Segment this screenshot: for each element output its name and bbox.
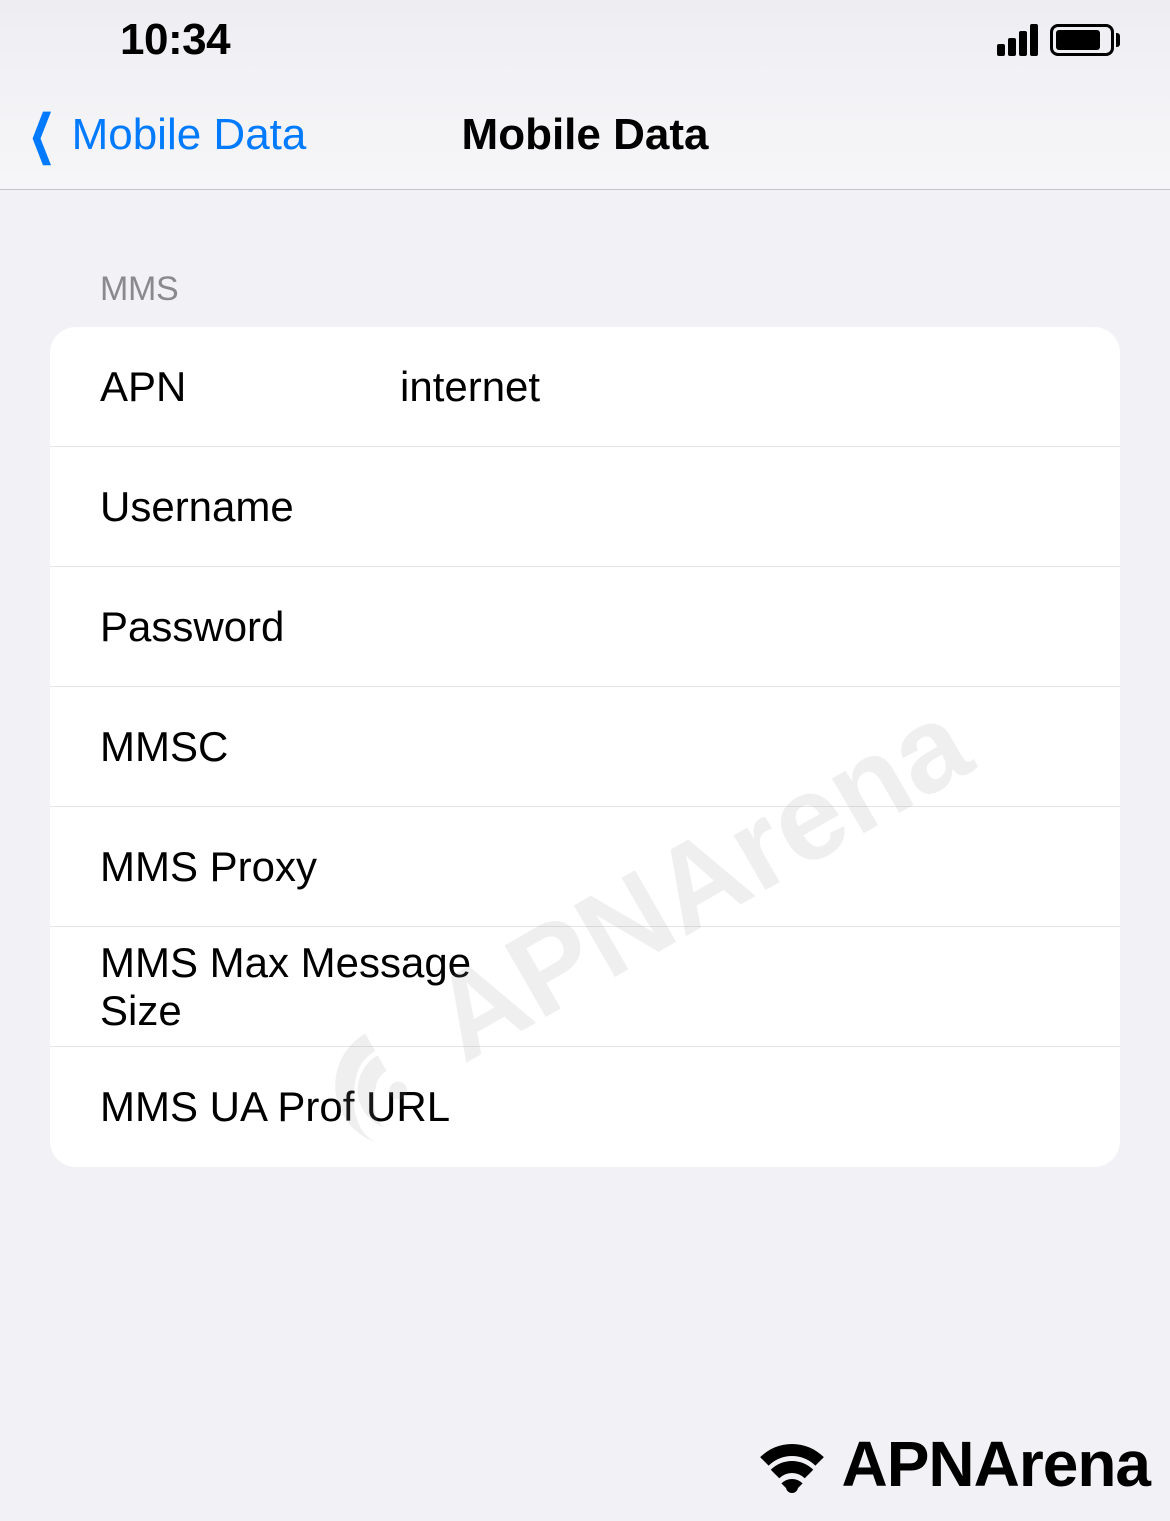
wifi-icon xyxy=(747,1429,837,1499)
battery-icon xyxy=(1050,24,1120,56)
settings-group-mms: APN Username Password MMSC MMS Proxy MMS… xyxy=(50,327,1120,1167)
page-title: Mobile Data xyxy=(462,110,709,160)
row-username[interactable]: Username xyxy=(50,447,1120,567)
label-password: Password xyxy=(100,603,400,651)
status-right-icons xyxy=(997,24,1120,56)
row-mmsc[interactable]: MMSC xyxy=(50,687,1120,807)
label-mmsc: MMSC xyxy=(100,723,400,771)
input-mmsc[interactable] xyxy=(400,723,1120,771)
label-mms-max-size: MMS Max Message Size xyxy=(100,939,539,1035)
row-password[interactable]: Password xyxy=(50,567,1120,687)
navigation-bar: ❮ Mobile Data Mobile Data xyxy=(0,80,1170,190)
signal-icon xyxy=(997,24,1038,56)
input-mms-proxy[interactable] xyxy=(400,843,1120,891)
section-header-mms: MMS xyxy=(50,240,1120,327)
footer-logo-text: APNArena xyxy=(841,1427,1150,1501)
back-button[interactable]: ❮ Mobile Data xyxy=(0,105,306,165)
input-mms-ua-prof[interactable] xyxy=(450,1083,1120,1131)
footer-logo: APNArena xyxy=(747,1427,1150,1501)
back-label: Mobile Data xyxy=(72,110,307,160)
label-apn: APN xyxy=(100,363,400,411)
input-username[interactable] xyxy=(400,483,1120,531)
content-area: MMS APN Username Password MMSC MMS Proxy… xyxy=(0,190,1170,1167)
row-mms-max-size[interactable]: MMS Max Message Size xyxy=(50,927,1120,1047)
input-apn[interactable] xyxy=(400,363,1120,411)
label-username: Username xyxy=(100,483,400,531)
chevron-left-icon: ❮ xyxy=(29,105,55,165)
status-time: 10:34 xyxy=(120,15,230,65)
row-mms-ua-prof[interactable]: MMS UA Prof URL xyxy=(50,1047,1120,1167)
status-bar: 10:34 xyxy=(0,0,1170,80)
input-password[interactable] xyxy=(400,603,1120,651)
label-mms-ua-prof: MMS UA Prof URL xyxy=(100,1083,450,1131)
row-apn[interactable]: APN xyxy=(50,327,1120,447)
label-mms-proxy: MMS Proxy xyxy=(100,843,400,891)
input-mms-max-size[interactable] xyxy=(539,963,1120,1011)
row-mms-proxy[interactable]: MMS Proxy xyxy=(50,807,1120,927)
